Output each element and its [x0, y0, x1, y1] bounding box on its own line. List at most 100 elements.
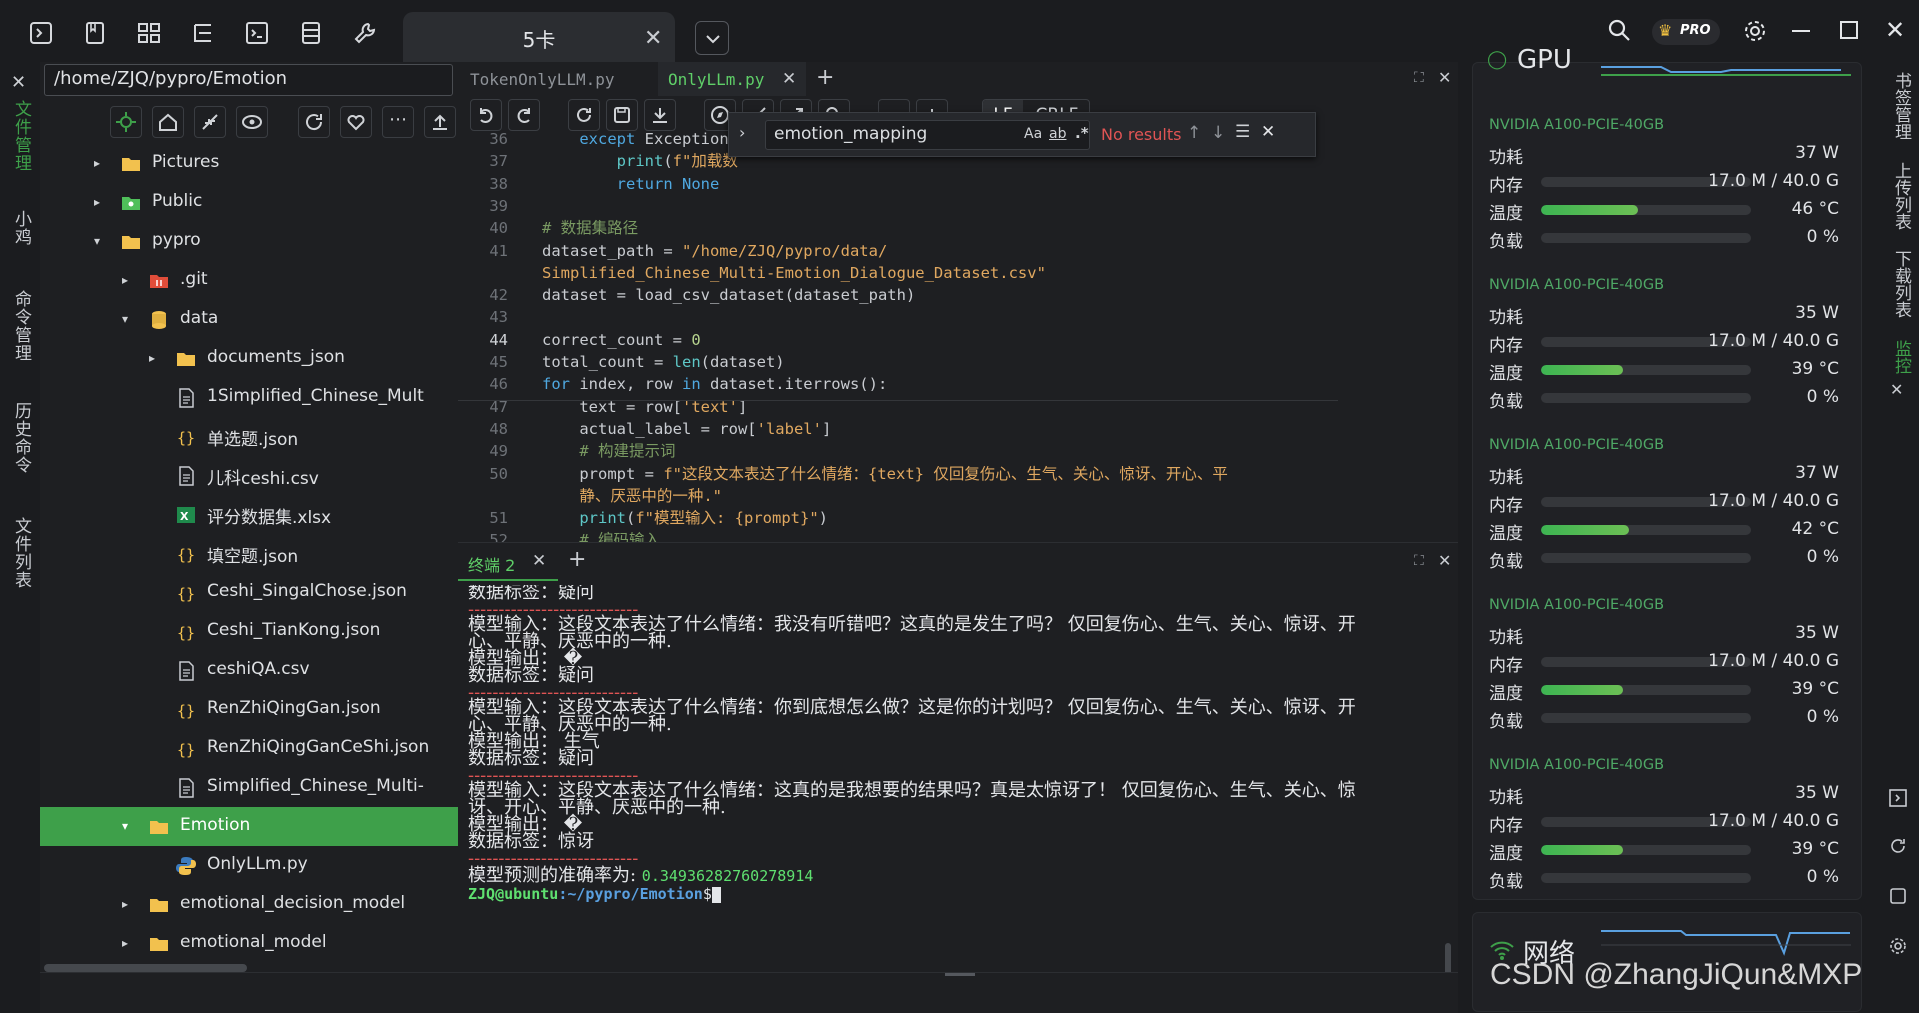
- tab-file-manager[interactable]: 文件管理: [9, 100, 34, 172]
- chevron-down-icon[interactable]: ▾: [122, 312, 128, 326]
- close-icon[interactable]: ✕: [782, 69, 796, 89]
- tree-row[interactable]: {} 填空题.json: [40, 534, 458, 573]
- tree-row[interactable]: {} Ceshi_TianKong.json: [40, 612, 458, 651]
- close-icon[interactable]: ✕: [644, 26, 662, 51]
- home-icon[interactable]: [152, 106, 184, 138]
- locate-icon[interactable]: [110, 106, 142, 138]
- regex-toggle[interactable]: .*: [1075, 124, 1089, 142]
- tree-icon[interactable]: [190, 20, 216, 46]
- close-icon[interactable]: ✕: [11, 72, 26, 93]
- chevron-right-icon[interactable]: ▸: [94, 195, 100, 209]
- download-icon[interactable]: [644, 99, 676, 131]
- tab-downloads[interactable]: 下载列表: [1889, 250, 1914, 318]
- chevron-right-icon[interactable]: ▸: [122, 273, 128, 287]
- tab-uploads[interactable]: 上传列表: [1889, 162, 1914, 230]
- wrench-icon[interactable]: [352, 20, 378, 46]
- eye-icon[interactable]: [236, 106, 268, 138]
- add-terminal-icon[interactable]: +: [568, 547, 586, 572]
- refresh-icon[interactable]: [298, 106, 330, 138]
- layout-icon[interactable]: [136, 20, 162, 46]
- save-icon[interactable]: [606, 99, 638, 131]
- chevron-down-icon[interactable]: ▾: [94, 234, 100, 248]
- code-editor[interactable]: 36 except Exception 37 print(f"加载数 38 retu…: [458, 132, 1338, 542]
- collapse-panel-icon[interactable]: [1888, 788, 1908, 808]
- arrow-down-icon[interactable]: ↓: [1211, 123, 1225, 143]
- tab-chick[interactable]: 小鸡: [9, 210, 34, 246]
- close-icon[interactable]: ✕: [1438, 551, 1451, 570]
- tree-row[interactable]: {} Ceshi_SingalChose.json: [40, 573, 458, 612]
- tree-row[interactable]: ▾ pypro: [40, 222, 458, 261]
- redo-icon[interactable]: [508, 99, 540, 131]
- chevron-right-icon[interactable]: ›: [739, 123, 745, 142]
- chevron-down-icon[interactable]: ▾: [122, 819, 128, 833]
- tree-row[interactable]: ▸ documents_json: [40, 339, 458, 378]
- tree-row[interactable]: 儿科ceshi.csv: [40, 456, 458, 495]
- tree-row[interactable]: {} RenZhiQingGanCeShi.json: [40, 729, 458, 768]
- tree-row[interactable]: ▸ emotional_decision_model: [40, 885, 458, 924]
- tab-bookmarks[interactable]: 书签管理: [1889, 72, 1914, 140]
- undo-icon[interactable]: [470, 99, 502, 131]
- tree-row[interactable]: Simplified_Chinese_Multi-: [40, 768, 458, 807]
- tree-row[interactable]: ▾ data: [40, 300, 458, 339]
- reload-icon[interactable]: [568, 99, 600, 131]
- collapse-icon[interactable]: [194, 106, 226, 138]
- close-icon[interactable]: ✕: [1438, 68, 1451, 87]
- refresh-icon[interactable]: [1888, 836, 1908, 856]
- resize-handle[interactable]: [945, 973, 975, 976]
- tree-row[interactable]: ▸ Pictures: [40, 144, 458, 183]
- tree-row[interactable]: {} RenZhiQingGan.json: [40, 690, 458, 729]
- chevron-right-icon[interactable]: ▸: [122, 897, 128, 911]
- tab-monitor[interactable]: 监控: [1889, 340, 1914, 374]
- editor-tab-onlyllm-bg[interactable]: OnlyLLm.py ✕: [658, 62, 806, 96]
- tree-row[interactable]: ceshiQA.csv: [40, 651, 458, 690]
- tree-row[interactable]: ▸ .git: [40, 261, 458, 300]
- add-tab-icon[interactable]: +: [816, 65, 834, 90]
- close-icon[interactable]: ✕: [1261, 122, 1275, 142]
- gear-icon[interactable]: [1888, 936, 1908, 956]
- fullscreen-icon[interactable]: ⛶: [1414, 553, 1424, 569]
- arrow-up-icon[interactable]: ↑: [1187, 123, 1201, 143]
- minimize-icon[interactable]: [1792, 30, 1810, 32]
- tab-file-list[interactable]: 文件列表: [9, 517, 34, 589]
- chevron-down-icon[interactable]: [695, 21, 729, 55]
- tree-row[interactable]: ▾ Emotion: [40, 807, 458, 846]
- horizontal-scrollbar[interactable]: [44, 964, 247, 972]
- tree-row[interactable]: OnlyLLm.py: [40, 846, 458, 885]
- console-icon[interactable]: [244, 20, 270, 46]
- window-close-icon[interactable]: ✕: [1885, 16, 1905, 44]
- editor-tab-onlyllm[interactable]: OnlyLLm.py: [668, 70, 764, 89]
- more-icon[interactable]: ⋯: [382, 106, 414, 138]
- tab-history[interactable]: 历史命令: [9, 402, 34, 474]
- terminal-output[interactable]: 数据标签：疑问 ---------------------------- 模型输入：…: [468, 585, 1448, 970]
- tree-row[interactable]: ▸ Public: [40, 183, 458, 222]
- tree-row[interactable]: ▸ emotional_model: [40, 924, 458, 963]
- chevron-right-icon[interactable]: ▸: [94, 156, 100, 170]
- chevron-right-icon[interactable]: ▸: [149, 351, 155, 365]
- tree-row[interactable]: 1Simplified_Chinese_Mult: [40, 378, 458, 417]
- close-icon[interactable]: ✕: [1890, 380, 1903, 399]
- editor-tab-tokenonlyllm[interactable]: TokenOnlyLLM.py: [470, 70, 615, 89]
- maximize-icon[interactable]: [1840, 21, 1858, 39]
- fullscreen-icon[interactable]: ⛶: [1414, 70, 1424, 86]
- terminal-icon[interactable]: [28, 20, 54, 46]
- server-icon[interactable]: [298, 20, 324, 46]
- search-icon[interactable]: [1606, 17, 1632, 43]
- bookmark-icon[interactable]: [82, 20, 108, 46]
- whole-word-toggle[interactable]: ab: [1049, 126, 1066, 142]
- tab-command-manager[interactable]: 命令管理: [9, 290, 34, 362]
- pro-badge[interactable]: ♛ PRO: [1652, 19, 1720, 45]
- heart-icon[interactable]: [340, 106, 372, 138]
- gear-icon[interactable]: [1742, 18, 1768, 44]
- match-case-toggle[interactable]: Aa: [1024, 126, 1042, 142]
- path-input[interactable]: /home/ZJQ/pypro/Emotion: [44, 64, 453, 96]
- terminal-tab[interactable]: 终端 2 ✕: [458, 543, 558, 581]
- close-icon[interactable]: ✕: [532, 551, 546, 571]
- session-tab[interactable]: 5卡 ✕: [403, 12, 675, 62]
- find-in-selection-icon[interactable]: ☰: [1235, 122, 1250, 142]
- shell-prompt[interactable]: ZJQ@ubuntu:~/pypro/Emotion$: [468, 884, 1448, 904]
- tree-row[interactable]: {} 单选题.json: [40, 417, 458, 456]
- save-icon[interactable]: [1888, 886, 1908, 906]
- chevron-right-icon[interactable]: ▸: [122, 936, 128, 950]
- tree-row[interactable]: X 评分数据集.xlsx: [40, 495, 458, 534]
- upload-icon[interactable]: [424, 106, 456, 138]
